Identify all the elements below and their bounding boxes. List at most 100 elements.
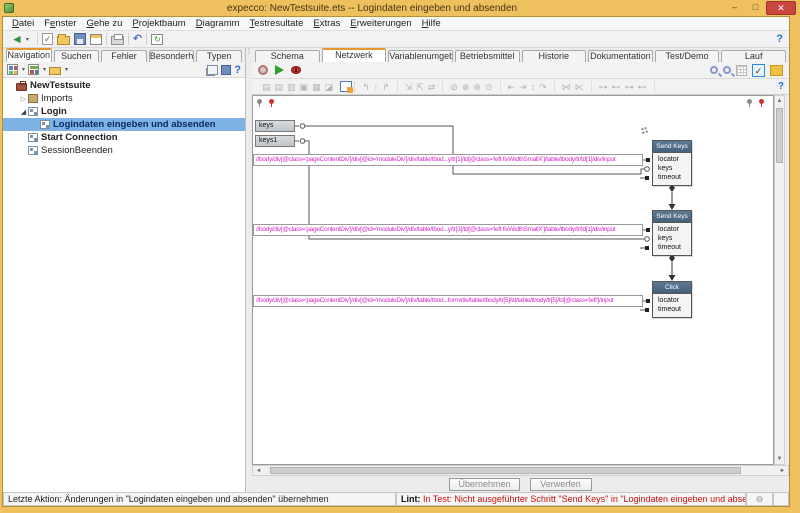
vscroll-thumb[interactable] — [776, 108, 783, 163]
zoom-out-icon[interactable] — [723, 66, 731, 74]
diagram-tool-icon[interactable]: ⋉ — [575, 82, 584, 92]
red-pin-icon[interactable] — [269, 99, 274, 104]
tab-variablenumgebung[interactable]: Variablenumgebung — [388, 50, 453, 62]
pin-timeout[interactable]: timeout — [653, 243, 691, 252]
diagram-tool-icon[interactable]: ⇥ — [519, 82, 527, 92]
tree-item-logindaten-eingeben-und-absenden[interactable]: Logindaten eingeben und absenden — [3, 118, 245, 131]
tab-lauf[interactable]: Lauf — [721, 50, 786, 62]
grid-toggle-icon[interactable] — [736, 65, 747, 76]
pin-keys[interactable]: keys — [653, 164, 691, 173]
scroll-right-icon[interactable]: ► — [777, 468, 788, 474]
save-tree-button[interactable] — [221, 65, 231, 75]
maximize-button[interactable]: □ — [745, 1, 766, 15]
pin-timeout[interactable]: timeout — [653, 305, 691, 314]
new-action-button[interactable] — [28, 64, 39, 75]
diagram-tool-icon[interactable]: ▦ — [312, 82, 321, 92]
block-click[interactable]: Clicklocatortimeout — [652, 281, 692, 318]
diagram-tool-icon[interactable]: ▣ — [300, 82, 309, 92]
minimize-button[interactable]: – — [724, 1, 745, 15]
diagram-tool-icon[interactable]: ⊕ — [473, 82, 481, 92]
menu-diagramm[interactable]: Diagramm — [191, 18, 245, 29]
menu-hilfe[interactable]: Hilfe — [417, 18, 446, 29]
xpath-value-node[interactable]: //body/div[@class='pageContentDiv']/div[… — [253, 224, 643, 236]
menu-projektbaum[interactable]: Projektbaum — [127, 18, 190, 29]
tab-test-demo[interactable]: Test/Demo — [655, 50, 720, 62]
input-node-keys1[interactable]: keys1 — [255, 135, 295, 147]
input-node-keys[interactable]: keys — [255, 120, 295, 132]
record-icon[interactable] — [258, 65, 268, 75]
save-button[interactable] — [74, 33, 86, 45]
pin-keys[interactable]: keys — [653, 234, 691, 243]
tab-netzwerk[interactable]: Netzwerk — [322, 48, 387, 62]
close-button[interactable]: ✕ — [766, 1, 796, 15]
scroll-up-icon[interactable]: ▲ — [777, 96, 783, 106]
tab-dokumentation[interactable]: Dokumentation — [588, 50, 653, 62]
xpath-value-node[interactable]: //body/div[@class='pageContentDiv']/div[… — [253, 154, 643, 166]
xpath-value-node[interactable]: //body/div[@class='pageContentDiv']/div[… — [253, 295, 643, 307]
zoom-in-icon[interactable] — [710, 66, 718, 74]
pin-timeout[interactable]: timeout — [653, 173, 691, 182]
menu-erweiterungen[interactable]: Erweiterungen — [345, 18, 416, 29]
diagram-tool-icon[interactable]: ↑ — [374, 82, 379, 92]
tab-fehler[interactable]: Fehler — [101, 50, 147, 62]
tab-betriebsmittel[interactable]: Betriebsmittel — [455, 50, 520, 62]
tab-navigation[interactable]: Navigation — [6, 48, 52, 62]
tab-historie[interactable]: Historie — [522, 50, 587, 62]
scroll-down-icon[interactable]: ▼ — [777, 454, 783, 464]
undo-button[interactable]: ↶ — [133, 34, 142, 45]
diagram-help-icon[interactable]: ? — [778, 81, 784, 92]
block-send-keys[interactable]: Send Keyslocatorkeystimeout — [652, 140, 692, 186]
tree-item-newtestsuite[interactable]: NewTestsuite — [3, 79, 245, 92]
horizontal-scrollbar[interactable]: ◄ ► — [252, 465, 789, 476]
diagram-tool-icon[interactable]: ↷ — [539, 82, 547, 92]
tree-expand-icon[interactable]: ◢ — [19, 108, 28, 116]
bookmark-icon[interactable] — [770, 65, 783, 76]
new-folder-dropdown-icon[interactable]: ▾ — [65, 66, 68, 73]
diagram-tool-icon[interactable]: ⊷ — [612, 82, 621, 92]
discard-button[interactable]: Verwerfen — [530, 478, 592, 491]
tree-help-icon[interactable]: ? — [234, 64, 241, 76]
diagram-tool-icon[interactable]: ▤ — [275, 82, 284, 92]
debug-icon[interactable] — [291, 66, 301, 74]
insert-block-icon[interactable] — [340, 81, 352, 92]
accept-button[interactable] — [42, 33, 53, 45]
new-window-button[interactable] — [90, 34, 102, 45]
run-icon[interactable] — [275, 65, 284, 75]
diagram-tool-icon[interactable]: ▥ — [287, 82, 296, 92]
tree-item-login[interactable]: ◢Login — [3, 105, 245, 118]
new-folder-button[interactable] — [49, 67, 61, 75]
pin-locator[interactable]: locator — [653, 296, 691, 305]
tree-item-start-connection[interactable]: Start Connection — [3, 131, 245, 144]
scroll-left-icon[interactable]: ◄ — [253, 468, 264, 474]
tab-schema[interactable]: Schema — [255, 50, 320, 62]
diagram-tool-icon[interactable]: ⊘ — [450, 82, 458, 92]
back-button[interactable]: ◄ ▾ — [7, 33, 33, 45]
help-icon[interactable]: ? — [776, 33, 783, 45]
new-action-dropdown-icon[interactable]: ▾ — [43, 66, 46, 73]
tree-item-imports[interactable]: ▷Imports — [3, 92, 245, 105]
open-file-button[interactable] — [57, 36, 70, 45]
pin-locator[interactable]: locator — [653, 225, 691, 234]
tab-typen[interactable]: Typen — [196, 50, 242, 62]
diagram-tool-icon[interactable]: ⋈ — [562, 82, 571, 92]
diagram-tool-icon[interactable]: ◪ — [325, 82, 334, 92]
tree-item-sessionbeenden[interactable]: SessionBeenden — [3, 144, 245, 157]
diagram-tool-icon[interactable]: ⊶ — [599, 82, 608, 92]
print-button[interactable] — [111, 36, 124, 45]
menu-datei[interactable]: Datei — [7, 18, 39, 29]
tab-besonderheiten[interactable]: Besonderheiten — [149, 50, 195, 62]
diagram-tool-icon[interactable]: ↱ — [382, 82, 390, 92]
menu-testresultate[interactable]: Testresultate — [245, 18, 309, 29]
new-item-dropdown-icon[interactable]: ▾ — [22, 66, 25, 73]
pin-locator[interactable]: locator — [653, 155, 691, 164]
diagram-tool-icon[interactable]: ⇤ — [508, 82, 516, 92]
diagram-tool-icon[interactable]: ↕ — [531, 82, 536, 92]
apply-button[interactable]: Übernehmen — [449, 478, 519, 491]
pin-icon[interactable] — [747, 99, 752, 104]
vertical-scrollbar[interactable]: ▲ ▼ — [774, 95, 785, 465]
refresh-view-button[interactable] — [151, 34, 163, 45]
copy-view-button[interactable] — [207, 65, 218, 75]
network-canvas[interactable]: keys keys1 //body/div[@class='pageContentD… — [252, 95, 774, 465]
diagram-tool-icon[interactable]: ⊷ — [638, 82, 647, 92]
red-pin-icon[interactable] — [759, 99, 764, 104]
